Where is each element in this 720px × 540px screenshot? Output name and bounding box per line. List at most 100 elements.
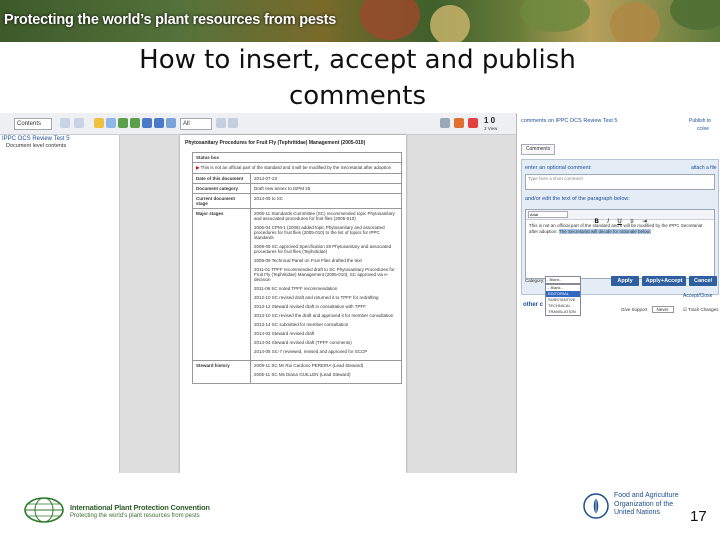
banner-text: Protecting the world’s plant resources f… — [4, 12, 337, 28]
stage-item: 2012-10 SC revised draft and returned it… — [254, 295, 379, 300]
down-icon[interactable] — [130, 118, 140, 128]
pdf-icon[interactable] — [468, 118, 478, 128]
steward-item: 2005-11 SC Ms Diana GUILLÉN (Lead Stewar… — [254, 372, 351, 377]
stage-item: 2006-04 CPM-1 (2006) added topic Phytosa… — [254, 225, 385, 240]
publish-link[interactable]: Publish to — [689, 118, 711, 124]
optional-comment-label: enter an optional comment: — [525, 165, 592, 171]
support-select[interactable]: Never — [651, 306, 674, 313]
export-icon[interactable] — [454, 118, 464, 128]
table-cell: 2014-07-23 — [250, 173, 402, 184]
table-row[interactable]: Date of this document 2014-07-23 — [192, 173, 402, 184]
steward-item: 2009-11 SC Mr Rui Cardoso PEREIRA (Lead … — [254, 363, 364, 368]
editor-content[interactable]: This is not an official part of the stan… — [526, 220, 714, 238]
category-label: Category: — [525, 278, 545, 283]
give-support-label: Give Support — [621, 307, 648, 312]
track-changes-checkbox[interactable]: ☑ — [683, 307, 687, 312]
stage-item: 2005-11 Standards Committee (SC) recomme… — [254, 211, 395, 221]
page-counter: 1 0 — [484, 116, 496, 125]
document-title: Phytosanitary Procedures for Fruit Fly (… — [185, 140, 366, 146]
zoom-select[interactable]: All — [180, 118, 212, 130]
table-cell: Status box — [192, 152, 402, 163]
outline-subitem[interactable]: Document level contents — [6, 143, 66, 149]
table-cell[interactable]: ▶ This is not an official part of the st… — [192, 162, 402, 174]
editor-toolbar: Arial B I U ≡ ⇥ — [526, 210, 714, 225]
refresh-icon[interactable] — [106, 118, 116, 128]
accept-close-link[interactable]: Accept/Close — [683, 293, 712, 299]
other-comments-heading: other c — [523, 302, 544, 308]
stage-item: 2011-01 TPFF recommended draft to SC Phy… — [254, 267, 395, 282]
slide-title-line2: comments — [288, 81, 427, 111]
table-cell: Document category — [192, 183, 251, 194]
comment-flag-icon[interactable]: ▶ — [196, 165, 199, 170]
stage-item: 2013-12 Steward revised draft in consult… — [254, 304, 366, 309]
document-page: Phytosanitary Procedures for Fruit Fly (… — [180, 135, 406, 473]
ippc-globe-logo — [24, 497, 64, 523]
track-changes-label: Track Changes — [688, 307, 719, 312]
comment-panel: comments on IPPC OCS Review Test 5 Publi… — [516, 113, 720, 473]
attach-file-link[interactable]: attach a file — [691, 165, 717, 171]
fao-logo — [583, 493, 609, 519]
table-row: Status box — [192, 152, 402, 163]
page-icon[interactable] — [216, 118, 226, 128]
table-cell: Date of this document — [192, 173, 251, 184]
find-icon[interactable] — [154, 118, 164, 128]
paragraph-editor[interactable]: Arial B I U ≡ ⇥ This is not an official … — [525, 209, 715, 279]
table-row[interactable]: Major stages 2005-11 Standards Committee… — [192, 208, 402, 361]
outline-item[interactable]: IPPC OCS Review Test 5 — [2, 136, 70, 142]
category-select[interactable]: - Blank - — [545, 276, 581, 284]
table-row[interactable]: Steward history 2009-11 SC Mr Rui Cardos… — [192, 360, 402, 384]
banner-leaf-decoration — [430, 5, 470, 42]
apply-accept-button[interactable]: Apply+Accept — [642, 276, 686, 286]
table-row[interactable]: ▶ This is not an official part of the st… — [192, 162, 402, 174]
stage-item: 2013-10 SC revised the draft and approve… — [254, 313, 394, 318]
publish-sub-link[interactable]: cc/ee — [697, 126, 709, 132]
font-select[interactable]: Arial — [528, 211, 568, 218]
fao-name: Food and Agriculture Organization of the… — [614, 492, 679, 516]
stage-item: 2014-04 Steward revised draft (TPFF comm… — [254, 340, 352, 345]
page-counter-sub: 3 View — [484, 126, 498, 131]
table-cell: Major stages — [192, 208, 251, 361]
slide-page-number: 17 — [690, 508, 707, 525]
tab-comments[interactable]: Comments — [521, 144, 555, 155]
optional-comment-input[interactable]: Type here a short comment — [525, 174, 715, 190]
category-option[interactable]: TRANSLATION — [546, 309, 580, 315]
zoom-icon[interactable] — [142, 118, 152, 128]
major-stages-cell: 2005-11 Standards Committee (SC) recomme… — [250, 208, 402, 361]
ippc-tagline: Protecting the world’s plant resources f… — [70, 513, 200, 519]
table-cell: Current document stage — [192, 193, 251, 209]
comment-panel-title: comments on IPPC OCS Review Test 5 — [521, 118, 618, 124]
slide-title: How to insert, accept and publish commen… — [120, 42, 595, 114]
status-table: Status box ▶ This is not an official par… — [192, 152, 402, 384]
app-screenshot: Contents All 1 0 3 View IPPC OCS Review … — [0, 113, 720, 473]
banner-leaf-decoration — [520, 0, 590, 32]
table-row[interactable]: Document category Draft new annex to ISP… — [192, 183, 402, 194]
ippc-name: International Plant Protection Conventio… — [70, 503, 210, 512]
nav-forward-icon[interactable] — [74, 118, 84, 128]
viewer-toolbar: Contents All 1 0 3 View — [0, 113, 516, 135]
document-outline-pane: IPPC OCS Review Test 5 Document level co… — [0, 135, 120, 473]
up-icon[interactable] — [118, 118, 128, 128]
banner-leaf-decoration — [360, 0, 420, 40]
table-row[interactable]: Current document stage 2014-05 to SC — [192, 193, 402, 209]
nav-back-icon[interactable] — [60, 118, 70, 128]
category-dropdown[interactable]: - Blank - EDITORIAL SUBSTANTIVE TECHNICA… — [545, 284, 581, 316]
status-note: This is not an official part of the stan… — [200, 165, 392, 170]
edit-paragraph-label: and/or edit the text of the paragraph be… — [525, 196, 630, 202]
cancel-button[interactable]: Cancel — [689, 276, 717, 286]
page-icon[interactable] — [228, 118, 238, 128]
stage-item: 2014-05 SC-7 reviewed, revised and appro… — [254, 349, 368, 354]
editor-selected-text: The Secretariat will decide for rational… — [558, 229, 651, 234]
banner-leaf-decoration — [670, 0, 720, 30]
apply-button[interactable]: Apply — [611, 276, 639, 286]
table-cell: Draft new annex to ISPM 26 — [250, 183, 402, 194]
print-icon[interactable] — [166, 118, 176, 128]
table-cell: Steward history — [192, 360, 251, 384]
stage-item: 2009-09 Technical Panel on Fruit Flies d… — [254, 258, 362, 263]
gear-icon[interactable] — [440, 118, 450, 128]
stage-item: 2011-06 SC noted TPFF recommendation — [254, 286, 338, 291]
steward-cell: 2009-11 SC Mr Rui Cardoso PEREIRA (Lead … — [250, 360, 402, 384]
stage-item: 2014-02 Steward revised draft — [254, 331, 315, 336]
folder-icon[interactable] — [94, 118, 104, 128]
comment-meta-row: Give Support Never ☑ Track Changes — [621, 306, 718, 313]
contents-select[interactable]: Contents — [14, 118, 52, 130]
